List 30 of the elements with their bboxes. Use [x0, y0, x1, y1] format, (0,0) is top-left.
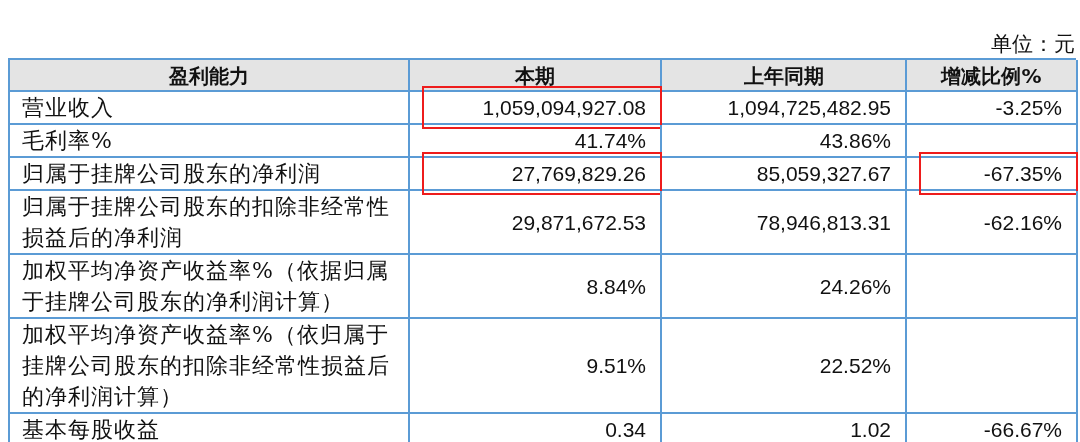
- table-cell: -66.67%: [907, 414, 1078, 442]
- table-cell: 43.86%: [662, 125, 907, 158]
- column-header: 本期: [410, 60, 662, 92]
- table-cell: 27,769,829.26: [410, 158, 662, 191]
- unit-label: 单位：元: [990, 31, 1075, 58]
- table-cell: 毛利率%: [10, 125, 410, 158]
- table-cell: -62.16%: [907, 191, 1078, 255]
- table-cell: -67.35%: [907, 158, 1078, 191]
- table-cell: 加权平均净资产收益率%（依归属于挂牌公司股东的扣除非经常性损益后的净利润计算）: [10, 319, 410, 414]
- table-cell: 营业收入: [10, 92, 410, 125]
- table-cell: 0.34: [410, 414, 662, 442]
- table-cell: 9.51%: [410, 319, 662, 414]
- column-header: 增减比例%: [907, 60, 1078, 92]
- table-cell: 1,094,725,482.95: [662, 92, 907, 125]
- table-cell: 1.02: [662, 414, 907, 442]
- table-cell: 1,059,094,927.08: [410, 92, 662, 125]
- table-cell: 29,871,672.53: [410, 191, 662, 255]
- table-cell: 基本每股收益: [10, 414, 410, 442]
- table-cell: -3.25%: [907, 92, 1078, 125]
- table-cell: 8.84%: [410, 255, 662, 319]
- column-header: 上年同期: [662, 60, 907, 92]
- table-cell: 归属于挂牌公司股东的净利润: [10, 158, 410, 191]
- table-cell: 85,059,327.67: [662, 158, 907, 191]
- table-cell: 41.74%: [410, 125, 662, 158]
- table-cell: 78,946,813.31: [662, 191, 907, 255]
- table-cell: 加权平均净资产收益率%（依据归属于挂牌公司股东的净利润计算）: [10, 255, 410, 319]
- table-cell: 24.26%: [662, 255, 907, 319]
- table-cell: 22.52%: [662, 319, 907, 414]
- table-cell: 归属于挂牌公司股东的扣除非经常性损益后的净利润: [10, 191, 410, 255]
- column-header: 盈利能力: [10, 60, 410, 92]
